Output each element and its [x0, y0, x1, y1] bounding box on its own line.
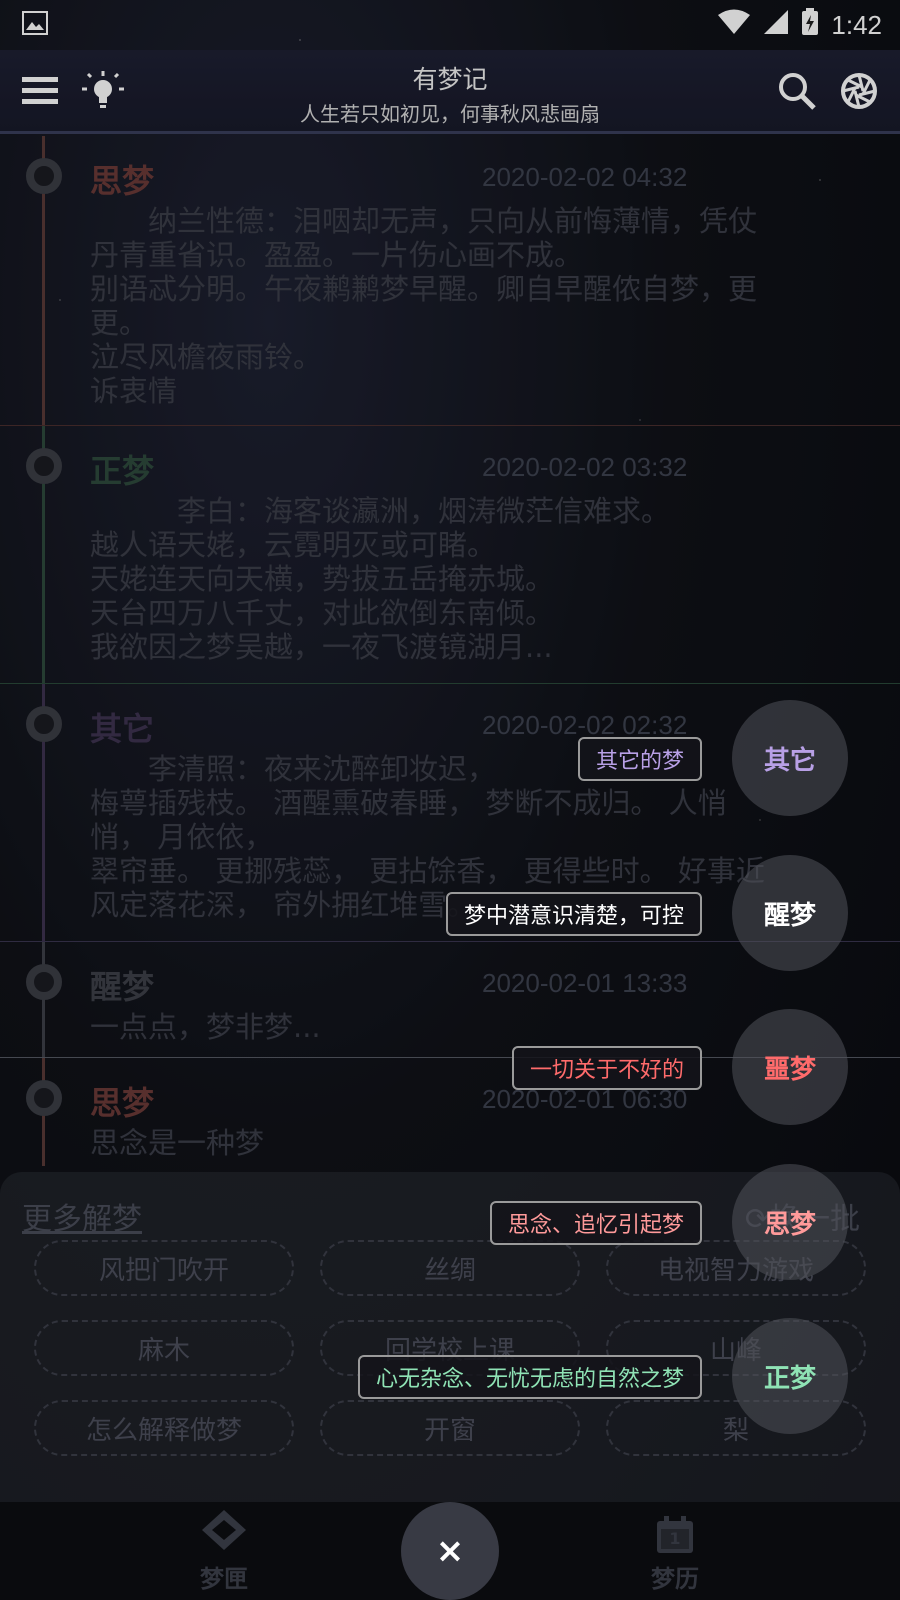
suggestion-chip[interactable]: 怎么解释做梦 [34, 1400, 294, 1456]
list-item[interactable]: 正梦 2020-02-02 03:32 李白：海客谈瀛洲，烟涛微茫信难求。 越人语… [0, 426, 900, 684]
entry-body: 思念是一种梦 [90, 1126, 265, 1160]
nav-label: 梦匣 [200, 1565, 248, 1593]
suggestion-chip[interactable]: 开窗 [320, 1400, 580, 1456]
nav-dream-box[interactable]: 梦匣 [144, 1502, 304, 1600]
entry-category: 醒梦 [90, 968, 155, 1006]
add-lucid-dream-button[interactable]: 醒梦 [732, 855, 848, 971]
timeline-dot-icon [26, 1080, 62, 1116]
status-time: 1:42 [831, 9, 882, 40]
entry-date: 2020-02-02 03:32 [482, 452, 688, 482]
suggestion-chip[interactable]: 风把门吹开 [34, 1240, 294, 1296]
add-normal-dream-button[interactable]: 正梦 [732, 1318, 848, 1434]
timeline-dot-icon [26, 964, 62, 1000]
entry-body: 纳兰性德：泪咽却无声，只向从前悔薄情，凭仗 丹青重省识。盈盈。一片伤心画不成。 别语… [90, 204, 758, 408]
suggestion-chip[interactable]: 麻木 [34, 1320, 294, 1376]
hint-nightmare: 一切关于不好的 [511, 1046, 702, 1090]
list-item[interactable]: 思梦 2020-02-02 04:32 纳兰性德：泪咽却无声，只向从前悔薄情，凭… [0, 136, 900, 426]
calendar-icon: 1 [655, 1515, 695, 1555]
nav-dream-calendar[interactable]: 1 梦历 [595, 1502, 755, 1600]
search-icon[interactable] [774, 68, 820, 114]
hint-normal-dream: 心无杂念、无忧无虑的自然之梦 [357, 1355, 702, 1399]
add-nightmare-button[interactable]: 噩梦 [732, 1009, 848, 1125]
hint-other-dream: 其它的梦 [577, 737, 702, 781]
add-longing-dream-button[interactable]: 思梦 [732, 1164, 848, 1280]
close-icon: × [435, 1531, 465, 1571]
app-header: 有梦记 人生若只如初见，何事秋风悲画扇 [0, 50, 900, 134]
timeline-line [42, 942, 45, 1058]
cell-signal-icon [763, 9, 789, 42]
entry-category: 思梦 [90, 162, 155, 200]
entry-category: 正梦 [90, 452, 155, 490]
status-bar: 1:42 [0, 0, 900, 50]
close-speed-dial-button[interactable]: × [401, 1502, 499, 1600]
hint-lucid-dream: 梦中潜意识清楚，可控 [445, 892, 702, 936]
add-other-dream-button[interactable]: 其它 [732, 700, 848, 816]
timeline-dot-icon [26, 706, 62, 742]
calendar-day-number: 1 [669, 1529, 681, 1548]
battery-charging-icon [801, 7, 819, 43]
gallery-notification-icon [22, 11, 48, 39]
entry-body: 李白：海客谈瀛洲，烟涛微茫信难求。 越人语天姥，云霓明灭或可睹。 天姥连天向天横，势… [90, 494, 671, 664]
more-interpretations-link[interactable]: 更多解梦 [22, 1194, 142, 1238]
hint-longing-dream: 思念、追忆引起梦 [489, 1201, 702, 1245]
timeline-dot-icon [26, 158, 62, 194]
entry-date: 2020-02-02 04:32 [482, 162, 688, 192]
timeline-dot-icon [26, 448, 62, 484]
aperture-icon[interactable] [836, 68, 882, 114]
app-subtitle: 人生若只如初见，何事秋风悲画扇 [300, 102, 600, 126]
nav-label: 梦历 [651, 1565, 699, 1593]
entry-category: 思梦 [90, 1084, 155, 1122]
diamond-box-icon [201, 1509, 247, 1555]
entry-category: 其它 [90, 710, 155, 748]
wifi-icon [717, 9, 751, 42]
dream-timeline[interactable]: 思梦 2020-02-02 04:32 纳兰性德：泪咽却无声，只向从前悔薄情，凭… [0, 136, 900, 1166]
app-title: 有梦记 [412, 65, 488, 94]
entry-date: 2020-02-01 13:33 [482, 968, 688, 998]
suggestion-chip[interactable]: 丝绸 [320, 1240, 580, 1296]
